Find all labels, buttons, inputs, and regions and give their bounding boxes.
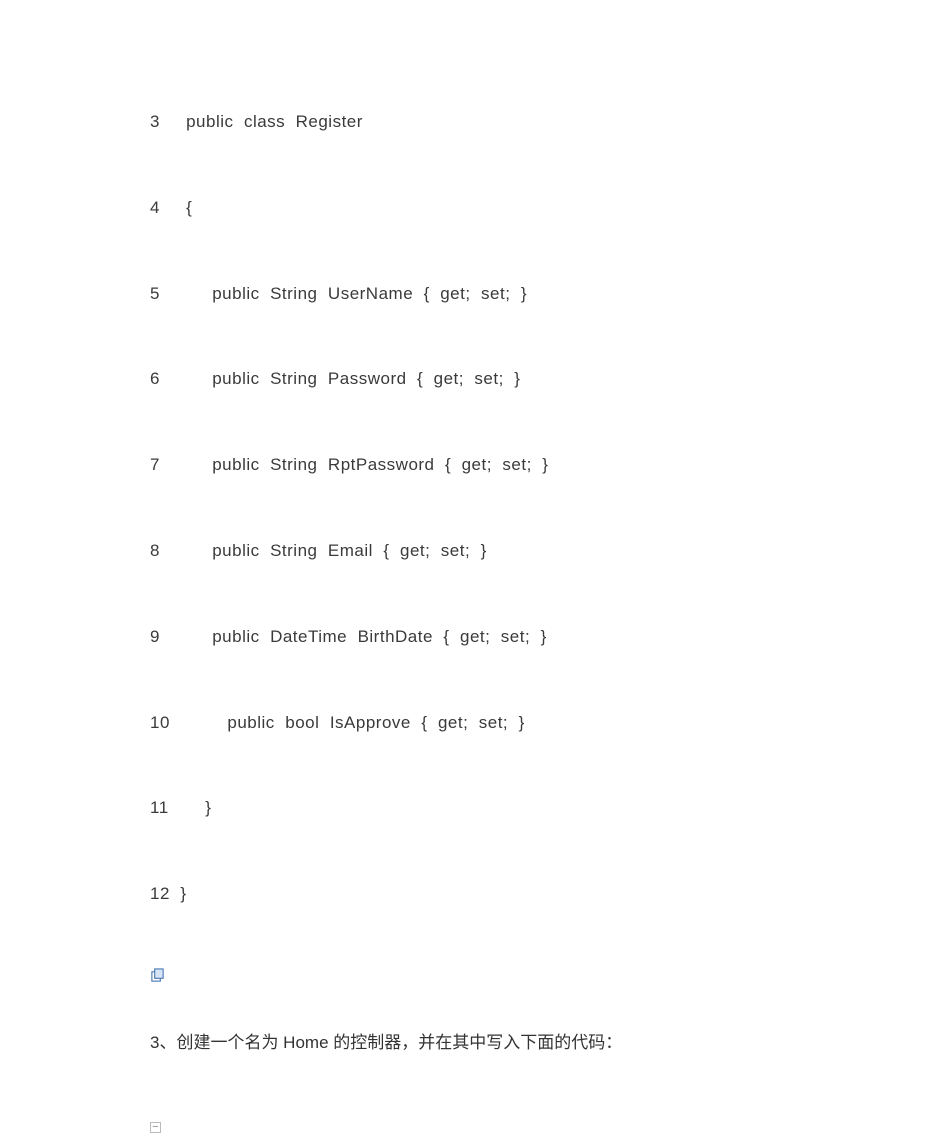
collapse-toggle-icon[interactable]: −: [150, 1113, 795, 1137]
line-number: 3: [150, 110, 160, 134]
code-line: 7 public String RptPassword { get; set; …: [150, 453, 795, 477]
code-text: public DateTime BirthDate { get; set; }: [160, 627, 547, 646]
code-text: public String RptPassword { get; set; }: [160, 455, 548, 474]
code-line: 8 public String Email { get; set; }: [150, 539, 795, 563]
code-block: 3 public class Register 4 { 5 public Str…: [150, 110, 795, 906]
code-text: public String Password { get; set; }: [160, 369, 521, 388]
code-text: {: [160, 198, 192, 217]
line-number: 8: [150, 539, 160, 563]
line-number: 5: [150, 282, 160, 306]
code-text: public bool IsApprove { get; set; }: [170, 713, 525, 732]
code-line: 6 public String Password { get; set; }: [150, 367, 795, 391]
step-description: 3、创建一个名为 Home 的控制器，并在其中写入下面的代码：: [150, 1031, 795, 1055]
line-number: 7: [150, 453, 160, 477]
code-line: 3 public class Register: [150, 110, 795, 134]
code-line: 4 {: [150, 196, 795, 220]
code-text: }: [169, 798, 212, 817]
line-number: 6: [150, 367, 160, 391]
code-line: 12 }: [150, 882, 795, 906]
code-text: public String UserName { get; set; }: [160, 284, 527, 303]
copy-icon[interactable]: [150, 968, 795, 983]
code-line: 5 public String UserName { get; set; }: [150, 282, 795, 306]
code-text: public class Register: [160, 112, 363, 131]
line-number: 10: [150, 711, 170, 735]
code-text: public String Email { get; set; }: [160, 541, 487, 560]
line-number: 9: [150, 625, 160, 649]
code-text: }: [170, 884, 187, 903]
code-line: 10 public bool IsApprove { get; set; }: [150, 711, 795, 735]
code-line: 9 public DateTime BirthDate { get; set; …: [150, 625, 795, 649]
code-line: 11 }: [150, 796, 795, 820]
line-number: 11: [150, 796, 169, 820]
line-number: 4: [150, 196, 160, 220]
line-number: 12: [150, 882, 170, 906]
